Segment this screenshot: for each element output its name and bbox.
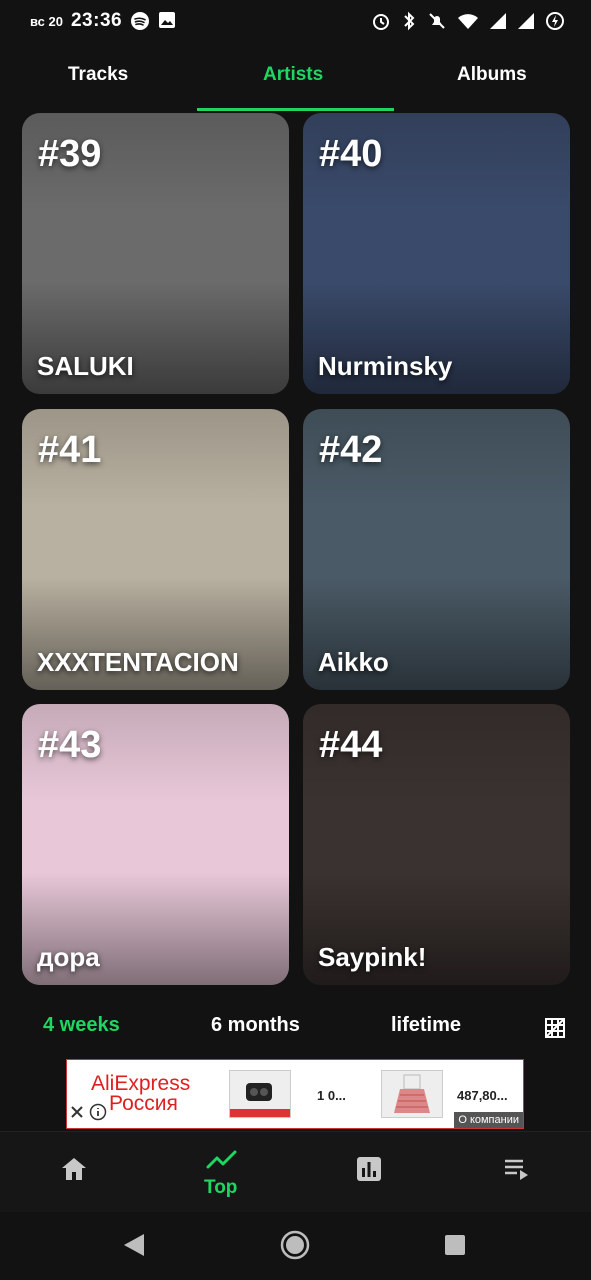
signal-2-icon — [517, 12, 535, 35]
period-6-months[interactable]: 6 months — [211, 1014, 300, 1037]
ad-price-2: 487,80... — [457, 1088, 508, 1103]
grid-toggle-icon[interactable] — [544, 1017, 566, 1044]
artist-card[interactable]: #43 дора — [22, 704, 289, 985]
image-icon — [158, 11, 178, 31]
mute-icon — [427, 11, 447, 36]
artist-card[interactable]: #44 Saypink! — [303, 704, 570, 985]
period-lifetime[interactable]: lifetime — [391, 1014, 461, 1037]
ad-product-image — [229, 1070, 291, 1118]
tab-tracks[interactable]: Tracks — [68, 64, 128, 86]
wifi-icon — [457, 11, 479, 36]
queue-icon[interactable] — [504, 1158, 530, 1185]
period-4-weeks[interactable]: 4 weeks — [43, 1014, 120, 1037]
ad-info-icon[interactable] — [89, 1103, 107, 1126]
artist-name: Saypink! — [318, 942, 427, 972]
artist-card[interactable]: #42 Aikko — [303, 409, 570, 690]
ad-banner[interactable]: AliExpress Россия 1 0... 487,80... О ком… — [66, 1059, 524, 1129]
ad-company-link[interactable]: О компании — [454, 1112, 523, 1128]
artist-name: XXXTENTACION — [37, 647, 239, 677]
artist-rank: #40 — [319, 133, 383, 175]
home-icon[interactable] — [60, 1156, 88, 1187]
status-bar: вс 20 23:36 — [0, 0, 591, 44]
artist-rank: #42 — [319, 429, 383, 471]
ad-close-icon[interactable] — [69, 1104, 85, 1125]
artist-name: SALUKI — [37, 351, 134, 381]
artist-card[interactable]: #39 SALUKI — [22, 113, 289, 394]
artist-name: дора — [37, 942, 100, 972]
back-icon[interactable] — [122, 1232, 146, 1263]
nav-label-top[interactable]: Top — [204, 1177, 237, 1199]
artist-card[interactable]: #40 Nurminsky — [303, 113, 570, 394]
artist-rank: #39 — [38, 133, 102, 175]
ad-price-1: 1 0... — [317, 1088, 346, 1103]
artist-rank: #43 — [38, 724, 102, 766]
artist-name: Aikko — [318, 647, 389, 677]
tab-bar: Tracks Artists Albums — [0, 52, 591, 112]
tab-albums[interactable]: Albums — [457, 64, 527, 86]
battery-icon — [545, 11, 565, 36]
chart-icon[interactable] — [356, 1156, 382, 1187]
tab-active-indicator — [197, 108, 394, 111]
artist-rank: #41 — [38, 429, 102, 471]
trending-icon[interactable] — [206, 1148, 238, 1175]
artist-name: Nurminsky — [318, 351, 453, 381]
bluetooth-icon — [401, 11, 417, 36]
artist-card[interactable]: #41 XXXTENTACION — [22, 409, 289, 690]
home-button-icon[interactable] — [280, 1230, 310, 1265]
spotify-icon — [130, 11, 150, 31]
artist-rank: #44 — [319, 724, 383, 766]
bottom-nav — [0, 1131, 591, 1212]
system-nav-bar — [0, 1212, 591, 1280]
status-day: вс 20 — [30, 13, 63, 29]
ad-brand-line1: AliExpress — [91, 1072, 191, 1095]
tab-artists[interactable]: Artists — [263, 64, 323, 86]
alarm-icon — [371, 11, 391, 36]
signal-icon — [489, 12, 507, 35]
ad-brand-line2: Россия — [109, 1092, 178, 1115]
ad-product-image-2 — [381, 1070, 443, 1118]
status-time: 23:36 — [70, 10, 123, 31]
recents-icon[interactable] — [444, 1234, 466, 1261]
